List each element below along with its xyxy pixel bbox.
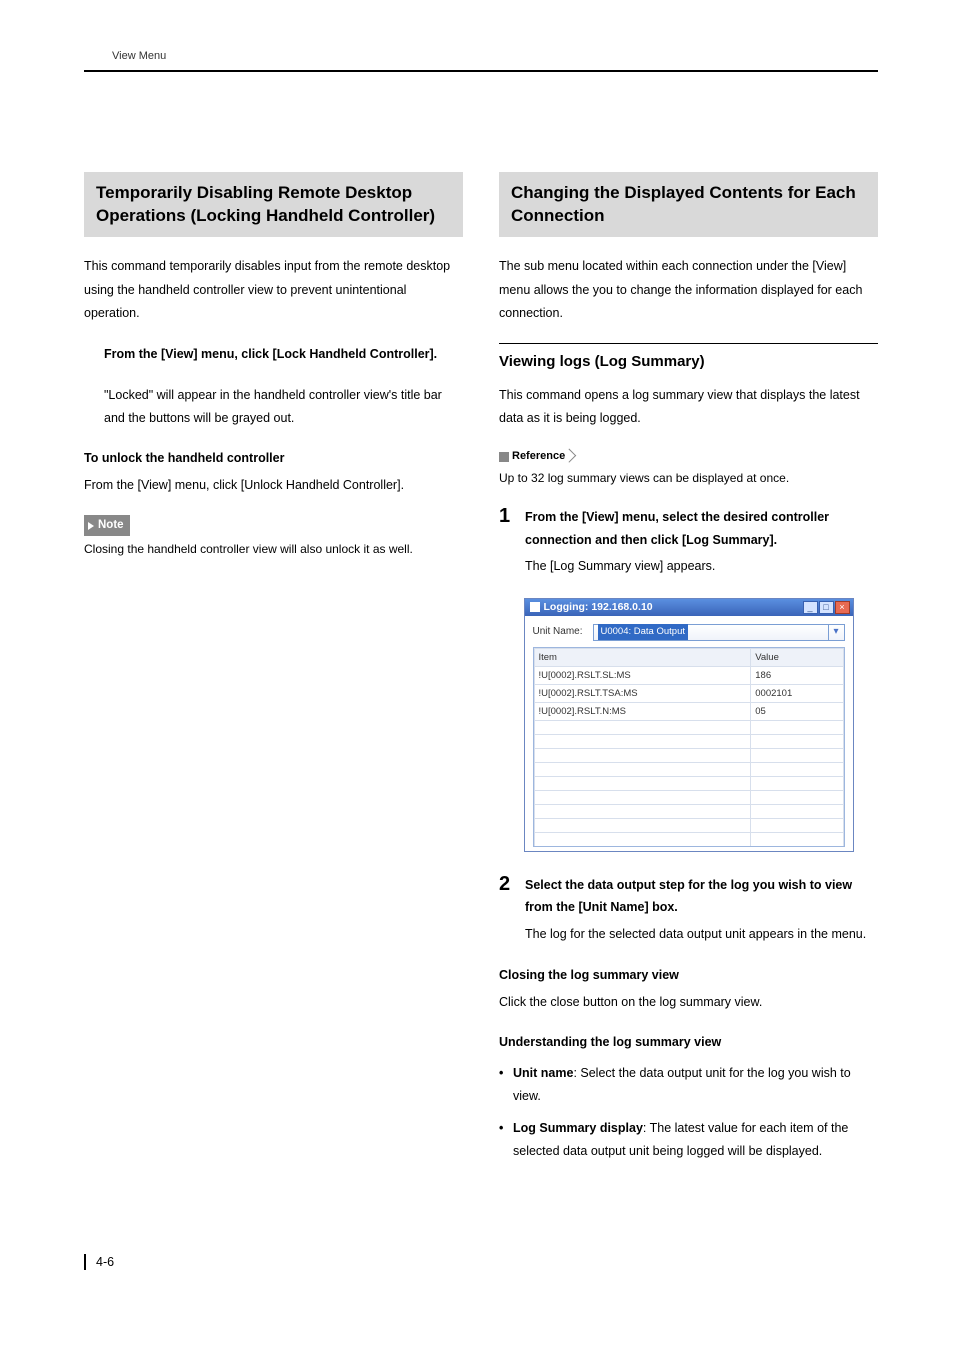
reference-text: Up to 32 log summary views can be displa…: [499, 469, 878, 488]
step-2-body: The log for the selected data output uni…: [525, 923, 878, 946]
page-footer: 4-6: [84, 1252, 878, 1272]
page-header: View Menu: [84, 48, 878, 72]
list-item: Unit name: Select the data output unit f…: [499, 1062, 878, 1107]
understand-head: Understanding the log summary view: [499, 1032, 878, 1052]
footer-mark-icon: [84, 1254, 86, 1270]
page-number: 4-6: [96, 1252, 114, 1272]
step-1-head: From the [View] menu, select the desired…: [525, 506, 878, 551]
section-title-lock: Temporarily Disabling Remote Desktop Ope…: [84, 172, 463, 238]
left-column: Temporarily Disabling Remote Desktop Ope…: [84, 172, 463, 1173]
table-row: !U[0002].RSLT.SL:MS 186: [534, 666, 843, 684]
table-row: !U[0002].RSLT.N:MS 05: [534, 703, 843, 721]
chevron-down-icon[interactable]: ▾: [828, 625, 844, 640]
triangle-icon: [88, 522, 94, 530]
reference-label: Reference: [512, 448, 565, 466]
log-grid: Item Value !U[0002].RSLT.SL:MS 186 !U[00…: [533, 647, 845, 847]
lock-instruction-head: From the [View] menu, click [Lock Handhe…: [104, 343, 463, 366]
section-title-change: Changing the Displayed Contents for Each…: [499, 172, 878, 238]
unlock-body: From the [View] menu, click [Unlock Hand…: [84, 474, 463, 497]
list-item: Log Summary display: The latest value fo…: [499, 1117, 878, 1162]
note-text: Closing the handheld controller view wil…: [84, 540, 463, 559]
step-2: 2 Select the data output step for the lo…: [499, 874, 878, 950]
table-row: !U[0002].RSLT.TSA:MS 0002101: [534, 684, 843, 702]
step-number: 2: [499, 874, 515, 950]
closing-head: Closing the log summary view: [499, 965, 878, 985]
unit-name-select[interactable]: U0004: Data Output ▾: [593, 624, 845, 641]
unit-name-label: Unit Name:: [533, 624, 587, 640]
col-value: Value: [751, 648, 843, 666]
understand-list: Unit name: Select the data output unit f…: [499, 1062, 878, 1162]
maximize-button[interactable]: □: [819, 601, 834, 614]
right-column: Changing the Displayed Contents for Each…: [499, 172, 878, 1173]
col-item: Item: [534, 648, 751, 666]
window-titlebar: Logging: 192.168.0.10 _ □ ×: [525, 599, 853, 616]
reference-badge: Reference: [499, 448, 577, 466]
lock-intro: This command temporarily disables input …: [84, 255, 463, 324]
log-summary-window: Logging: 192.168.0.10 _ □ × Unit Name: U…: [524, 598, 854, 852]
step-1: 1 From the [View] menu, select the desir…: [499, 506, 878, 582]
window-title: Logging: 192.168.0.10: [544, 599, 803, 616]
step-number: 1: [499, 506, 515, 582]
closing-body: Click the close button on the log summar…: [499, 991, 878, 1014]
change-intro: The sub menu located within each connect…: [499, 255, 878, 324]
divider: [499, 343, 878, 344]
app-icon: [530, 602, 540, 612]
viewing-logs-intro: This command opens a log summary view th…: [499, 384, 878, 430]
step-1-body: The [Log Summary view] appears.: [525, 555, 878, 578]
lock-instruction-body: "Locked" will appear in the handheld con…: [104, 384, 463, 430]
unit-name-value: U0004: Data Output: [598, 624, 689, 639]
step-2-head: Select the data output step for the log …: [525, 874, 878, 919]
close-button[interactable]: ×: [835, 601, 850, 614]
minimize-button[interactable]: _: [803, 601, 818, 614]
unlock-head: To unlock the handheld controller: [84, 448, 463, 468]
square-icon: [499, 452, 509, 462]
subhead-viewing-logs: Viewing logs (Log Summary): [499, 350, 878, 374]
note-badge: Note: [84, 515, 130, 535]
note-label: Note: [98, 516, 124, 534]
